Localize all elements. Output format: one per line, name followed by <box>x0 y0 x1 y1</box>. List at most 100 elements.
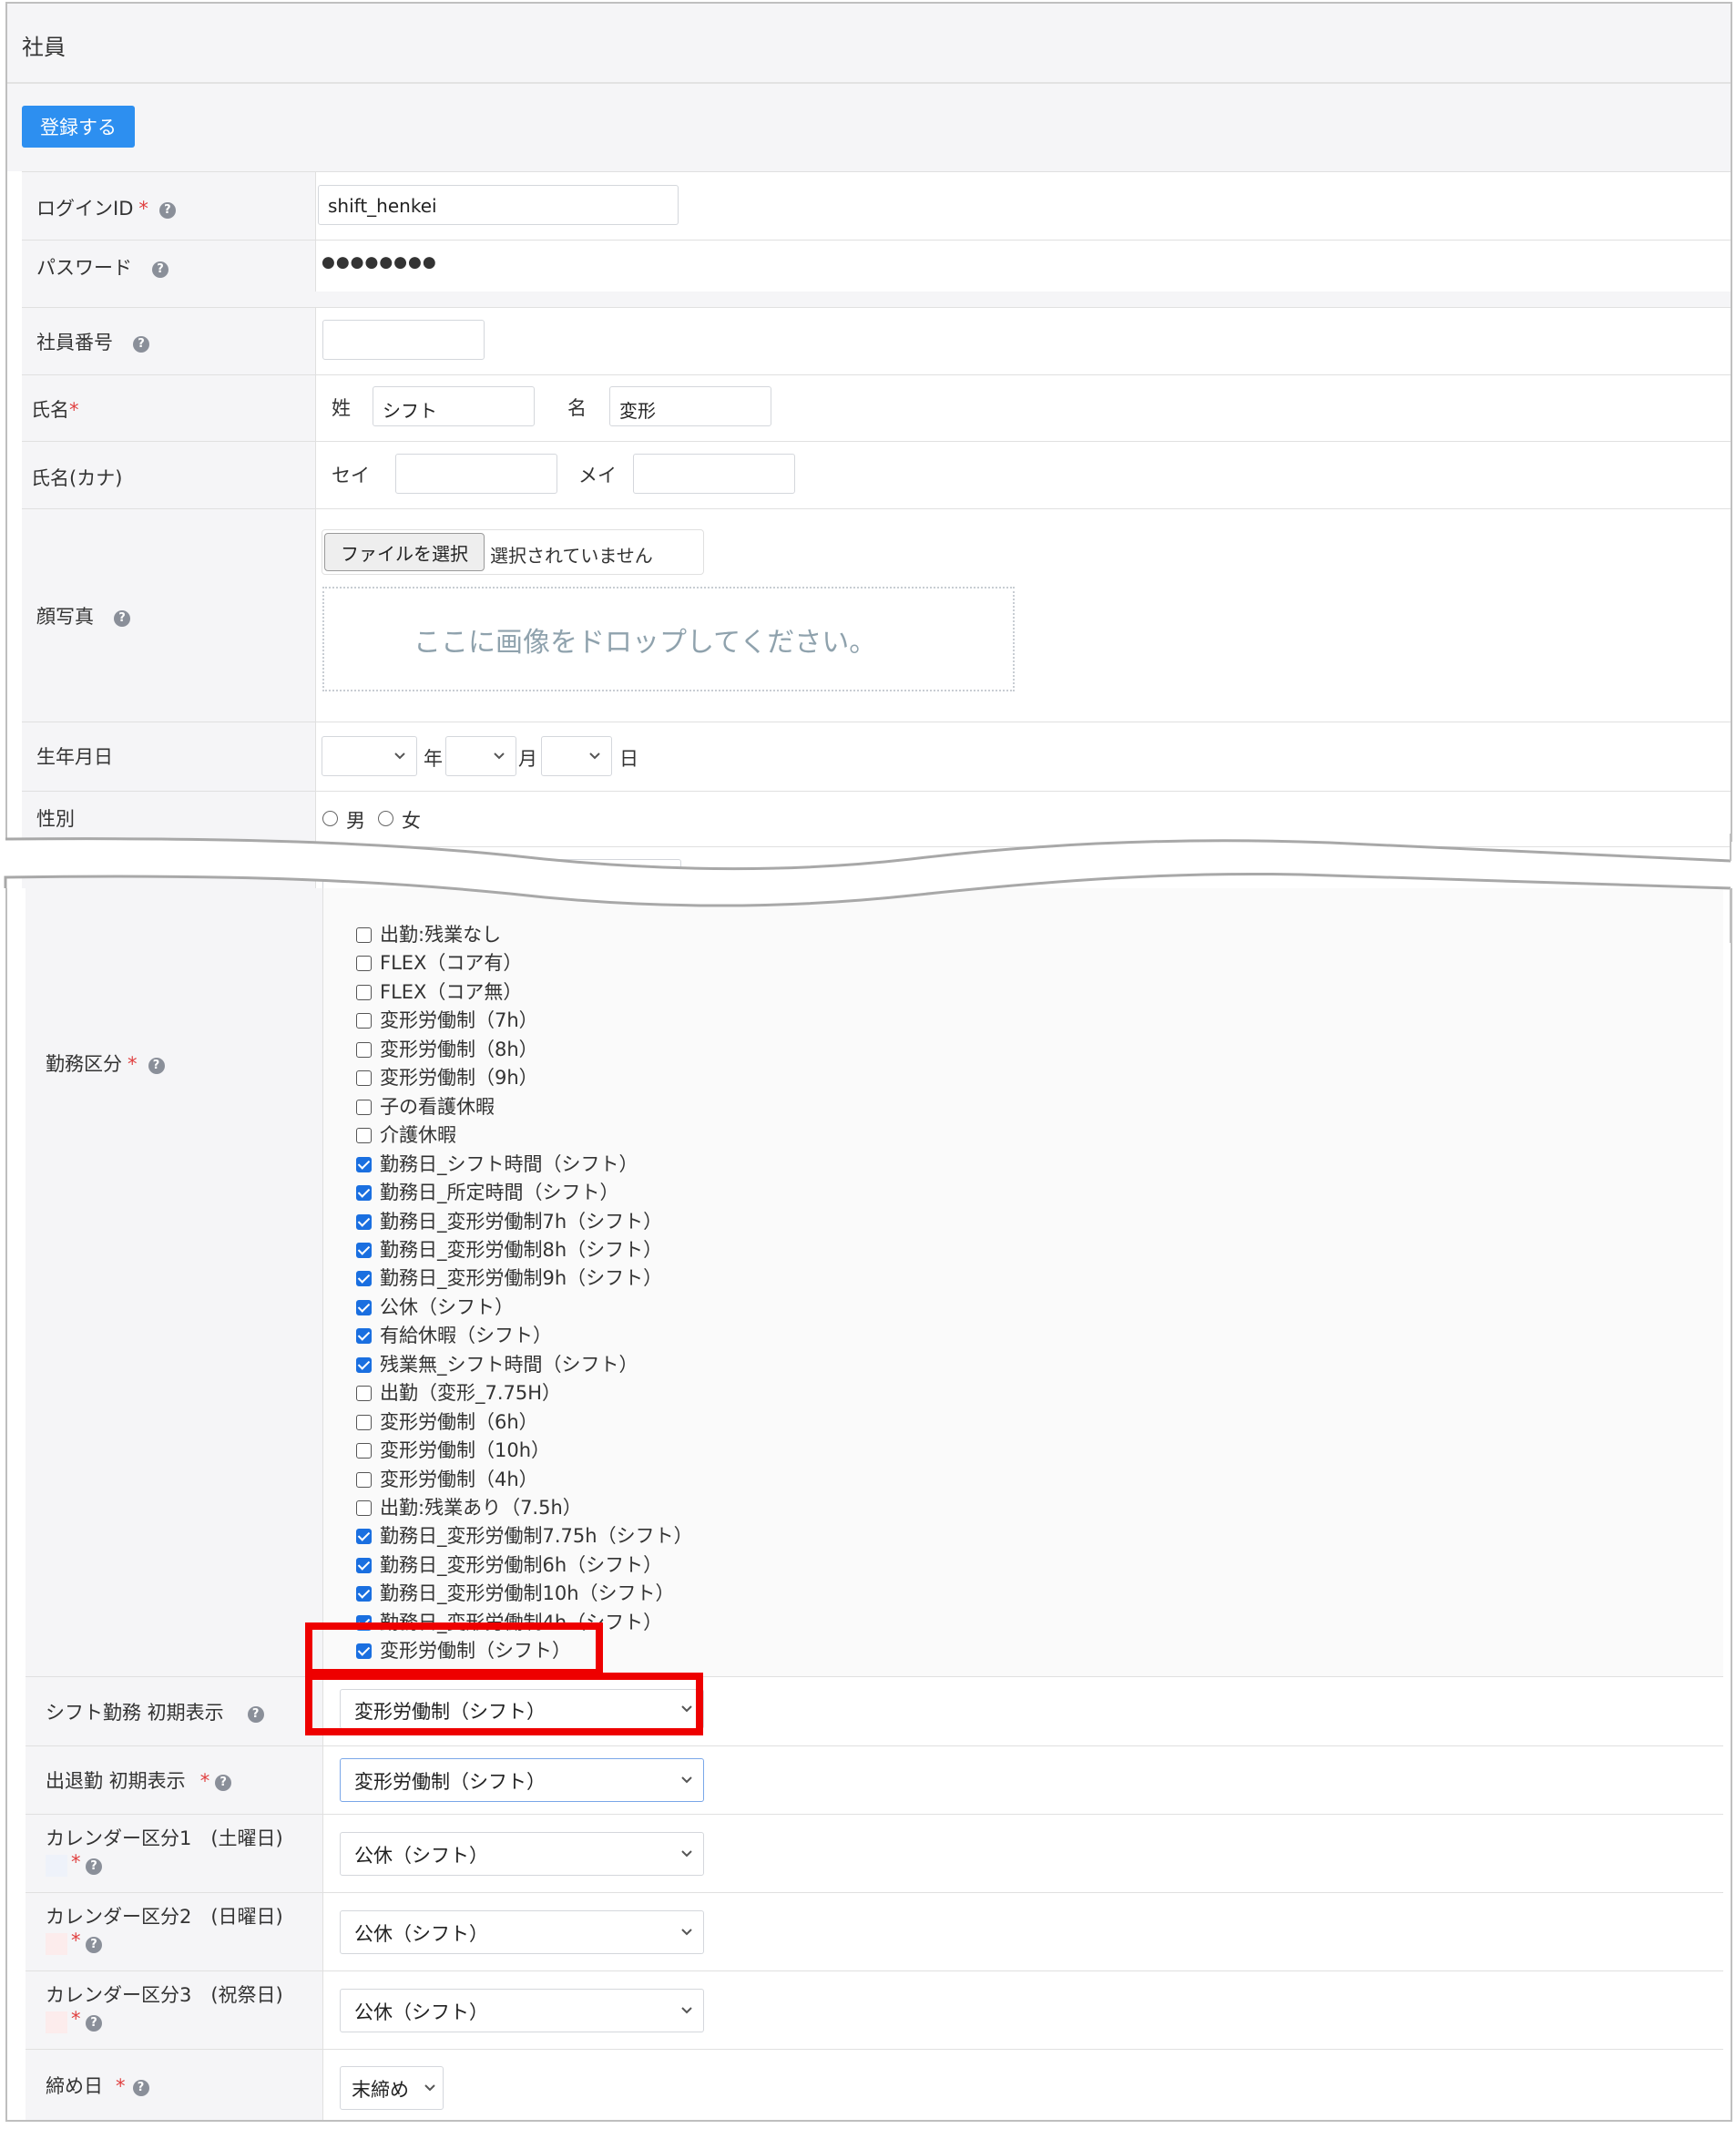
calendar2-select[interactable]: 公休（シフト） <box>340 1910 704 1954</box>
work-category-option-label: 勤務日_所定時間（シフト） <box>380 1182 619 1204</box>
row-birthdate: 生年月日 年 月 日 <box>22 722 1731 792</box>
gender-male-label: 男 <box>346 810 365 832</box>
chevron-down-icon <box>424 2084 435 2092</box>
checkbox-checked[interactable] <box>356 1586 372 1602</box>
row-calendar-2: カレンダー区分2 (日曜日) * ? 公休（シフト） <box>26 1893 1723 1971</box>
help-icon[interactable]: ? <box>132 2080 149 2096</box>
chevron-down-icon <box>681 1776 692 1784</box>
password-label: パスワード <box>36 257 132 279</box>
work-category-option-label: FLEX（コア有） <box>380 952 523 975</box>
highlight-select-box <box>305 1673 703 1735</box>
name-label: 氏名 <box>31 399 69 421</box>
photo-label: 顔写真 <box>36 606 94 628</box>
work-category-option-label: 変形労働制（6h） <box>380 1410 538 1433</box>
required-mark: * <box>69 399 79 421</box>
required-mark: * <box>128 1053 138 1075</box>
help-icon[interactable]: ? <box>86 1858 102 1875</box>
checkbox-unchecked[interactable] <box>356 1128 372 1144</box>
checkbox-checked[interactable] <box>356 1156 372 1172</box>
checkbox-checked[interactable] <box>356 1529 372 1545</box>
work-category-option-label: 勤務日_変形労働制8h（シフト） <box>380 1238 663 1261</box>
birth-month-select[interactable] <box>445 736 516 776</box>
work-category-option-label: 勤務日_シフト時間（シフト） <box>380 1152 638 1175</box>
calendar3-value: 公休（シフト） <box>354 2001 488 2023</box>
login-id-input[interactable]: shift_henkei <box>318 185 679 225</box>
help-icon[interactable]: ? <box>148 1058 165 1074</box>
chevron-down-icon <box>681 2007 692 2014</box>
gender-female-radio[interactable] <box>378 811 393 826</box>
password-field[interactable]: ●●●●●●●● <box>322 253 437 271</box>
help-icon[interactable]: ? <box>86 2015 102 2032</box>
work-category-option-label: 変形労働制（7h） <box>380 1009 538 1032</box>
checkbox-unchecked[interactable] <box>356 1414 372 1430</box>
help-icon[interactable]: ? <box>114 610 130 627</box>
gender-female-label: 女 <box>402 810 421 832</box>
checkbox-checked[interactable] <box>356 1242 372 1258</box>
checkbox-unchecked[interactable] <box>356 1070 372 1087</box>
checkbox-unchecked[interactable] <box>356 1443 372 1459</box>
chevron-down-icon <box>681 1850 692 1858</box>
work-category-option-label: 勤務日_変形労働制6h（シフト） <box>380 1553 663 1576</box>
required-mark: * <box>199 1770 210 1792</box>
mei-input[interactable] <box>633 454 795 494</box>
required-mark: * <box>138 198 148 220</box>
row-password: パスワード? ●●●●●●●● <box>22 241 1731 292</box>
chevron-down-icon <box>681 1929 692 1936</box>
file-status: 選択されていません <box>490 545 653 567</box>
checkbox-checked[interactable] <box>356 1213 372 1230</box>
help-icon[interactable]: ? <box>215 1775 232 1791</box>
login-id-label: ログインID <box>36 198 134 220</box>
checkbox-unchecked[interactable] <box>356 984 372 1000</box>
calendar1-select[interactable]: 公休（シフト） <box>340 1832 704 1876</box>
sei-input[interactable] <box>395 454 557 494</box>
closing-day-value: 末締め <box>352 2079 409 2101</box>
help-icon[interactable]: ? <box>133 336 149 353</box>
work-category-option-label: 勤務日_変形労働制7.75h（シフト） <box>380 1525 693 1548</box>
calendar2-value: 公休（シフト） <box>354 1923 488 1945</box>
choose-file-button[interactable]: ファイルを選択 <box>324 533 485 571</box>
calendar1-color-swatch <box>46 1855 67 1877</box>
profile-section: 社員番号? 氏名* 姓 シフト 名 変形 氏名(カナ) セイ メイ 顔写真 ? … <box>22 307 1731 899</box>
chevron-down-icon <box>589 752 600 760</box>
checkbox-unchecked[interactable] <box>356 1500 372 1516</box>
row-calendar-1: カレンダー区分1 (土曜日) * ? 公休（シフト） <box>26 1815 1723 1893</box>
required-mark: * <box>71 2008 81 2030</box>
work-category-option-label: 公休（シフト） <box>380 1295 514 1318</box>
checkbox-checked[interactable] <box>356 1271 372 1287</box>
help-icon[interactable]: ? <box>247 1706 264 1723</box>
account-section: ログインID *? shift_henkei パスワード? ●●●●●●●● <box>22 171 1731 292</box>
help-icon[interactable]: ? <box>86 1937 102 1953</box>
calendar3-select[interactable]: 公休（シフト） <box>340 1989 704 2032</box>
checkbox-unchecked[interactable] <box>356 1386 372 1402</box>
checkbox-checked[interactable] <box>356 1557 372 1573</box>
attendance-initial-select[interactable]: 変形労働制（シフト） <box>340 1758 704 1802</box>
checkbox-unchecked[interactable] <box>356 956 372 972</box>
checkbox-unchecked[interactable] <box>356 1041 372 1058</box>
checkbox-unchecked[interactable] <box>356 1099 372 1115</box>
checkbox-unchecked[interactable] <box>356 1471 372 1488</box>
checkbox-checked[interactable] <box>356 1185 372 1202</box>
work-category-option-label: 変形労働制（10h） <box>380 1439 551 1462</box>
work-category-label: 勤務区分 <box>46 1053 122 1075</box>
calendar1-value: 公休（シフト） <box>354 1845 488 1867</box>
checkbox-unchecked[interactable] <box>356 1013 372 1029</box>
checkbox-checked[interactable] <box>356 1356 372 1373</box>
register-button[interactable]: 登録する <box>22 106 135 148</box>
first-name-input[interactable]: 変形 <box>609 386 771 426</box>
name-kana-label: 氏名(カナ) <box>31 467 123 489</box>
checkbox-checked[interactable] <box>356 1328 372 1345</box>
birth-day-select[interactable] <box>541 736 612 776</box>
last-name-input[interactable]: シフト <box>373 386 535 426</box>
gender-male-radio[interactable] <box>322 811 338 826</box>
photo-drop-zone[interactable]: ここに画像をドロップしてください。 <box>322 587 1015 691</box>
file-chooser: ファイルを選択 選択されていません <box>322 529 704 575</box>
closing-day-select[interactable]: 末締め <box>340 2066 444 2110</box>
help-icon[interactable]: ? <box>158 202 176 219</box>
calendar3-color-swatch <box>46 2011 67 2033</box>
checkbox-checked[interactable] <box>356 1299 372 1315</box>
employee-number-input[interactable] <box>322 320 485 360</box>
help-icon[interactable]: ? <box>152 261 168 278</box>
attendance-initial-label: 出退勤 初期表示 <box>46 1770 186 1792</box>
birth-year-select[interactable] <box>322 736 417 776</box>
year-suffix: 年 <box>424 748 443 770</box>
